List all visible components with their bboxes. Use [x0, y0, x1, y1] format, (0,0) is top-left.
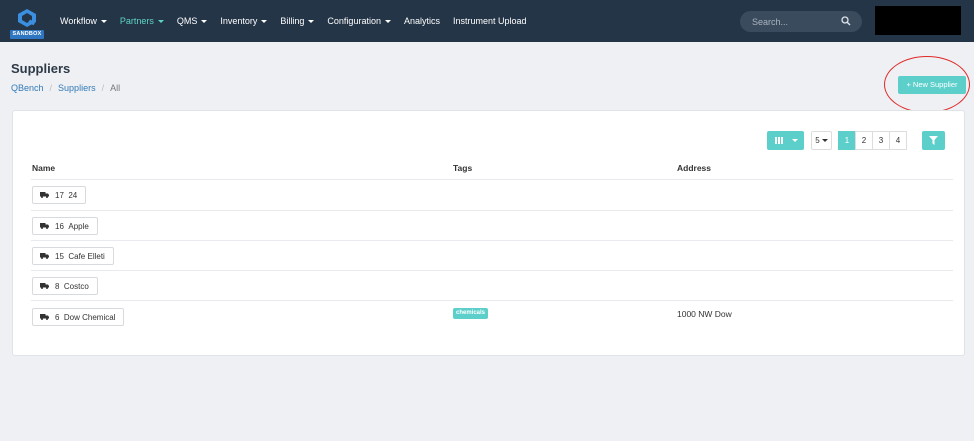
truck-icon — [40, 283, 49, 289]
supplier-button-24[interactable]: 17 24 — [32, 186, 87, 204]
supplier-button-costco[interactable]: 8 Costco — [32, 277, 98, 295]
nav-inventory-label: Inventory — [220, 16, 258, 26]
filter-icon — [929, 136, 938, 145]
columns-icon — [775, 137, 783, 144]
supplier-name: 24 — [68, 190, 78, 200]
supplier-button-apple[interactable]: 16 Apple — [32, 217, 98, 235]
page-4-button[interactable]: 4 — [889, 131, 907, 150]
nav-qms[interactable]: QMS — [177, 16, 208, 26]
breadcrumb-separator: / — [101, 83, 105, 93]
qbench-logo-icon — [18, 9, 36, 27]
nav-workflow-label: Workflow — [60, 16, 97, 26]
breadcrumb-separator: / — [49, 83, 53, 93]
suppliers-card: 5 1 2 3 4 Name Tags Address 17 24 16 App… — [12, 110, 965, 356]
qbench-logo[interactable]: SANDBOX — [10, 6, 44, 40]
truck-icon — [40, 253, 49, 259]
page-1-button[interactable]: 1 — [838, 131, 856, 150]
search-input[interactable] — [752, 14, 836, 29]
nav-instrument-upload[interactable]: Instrument Upload — [453, 16, 527, 26]
column-header-tags[interactable]: Tags — [453, 163, 472, 173]
new-supplier-button[interactable]: + New Supplier — [898, 76, 966, 94]
nav-configuration[interactable]: Configuration — [327, 16, 391, 26]
per-page-value: 5 — [815, 136, 820, 145]
sandbox-badge: SANDBOX — [10, 30, 44, 39]
supplier-id: 6 — [55, 312, 60, 322]
page-title: Suppliers — [11, 61, 71, 76]
nav-configuration-label: Configuration — [327, 16, 381, 26]
page-2-button[interactable]: 2 — [855, 131, 873, 150]
breadcrumb: QBench / Suppliers / All — [11, 83, 120, 93]
supplier-id: 8 — [55, 281, 60, 291]
chevron-down-icon — [384, 19, 391, 23]
breadcrumb-suppliers[interactable]: Suppliers — [58, 83, 96, 93]
supplier-button-cafe-elleti[interactable]: 15 Cafe Elleti — [32, 247, 114, 265]
row-divider — [31, 240, 953, 241]
nav-partners-label: Partners — [119, 16, 154, 26]
truck-icon — [40, 314, 49, 320]
supplier-id: 17 — [55, 190, 64, 200]
nav-analytics-label: Analytics — [403, 16, 440, 26]
breadcrumb-qbench[interactable]: QBench — [11, 83, 44, 93]
supplier-name: Apple — [68, 221, 89, 231]
row-divider — [31, 270, 953, 271]
nav-analytics[interactable]: Analytics — [404, 16, 440, 26]
top-navbar: SANDBOX Workflow Partners QMS Inventory … — [0, 0, 974, 42]
columns-button[interactable] — [767, 131, 804, 150]
supplier-id: 16 — [55, 221, 64, 231]
chevron-down-icon — [100, 19, 107, 23]
row-divider — [31, 179, 953, 180]
per-page-select[interactable]: 5 — [811, 131, 832, 150]
supplier-button-dow-chemical[interactable]: 6 Dow Chemical — [32, 308, 125, 326]
nav-inventory[interactable]: Inventory — [220, 16, 268, 26]
supplier-name: Dow Chemical — [63, 312, 116, 322]
chevron-down-icon — [157, 19, 164, 23]
nav-instrument-upload-label: Instrument Upload — [452, 16, 527, 26]
chevron-down-icon — [821, 139, 828, 142]
row-divider — [31, 210, 953, 211]
row-divider — [31, 300, 953, 301]
breadcrumb-all: All — [110, 83, 121, 93]
main-nav: Workflow Partners QMS Inventory Billing … — [60, 0, 540, 42]
chevron-down-icon — [792, 139, 798, 142]
page-3-button[interactable]: 3 — [872, 131, 890, 150]
supplier-address: 1000 NW Dow — [677, 309, 732, 319]
nav-partners[interactable]: Partners — [120, 16, 164, 26]
nav-workflow[interactable]: Workflow — [60, 16, 107, 26]
supplier-name: Cafe Elleti — [68, 251, 105, 261]
supplier-id: 15 — [55, 251, 64, 261]
truck-icon — [40, 192, 49, 198]
nav-billing[interactable]: Billing — [280, 16, 315, 26]
supplier-name: Costco — [63, 281, 89, 291]
search-box — [740, 11, 862, 32]
nav-billing-label: Billing — [280, 16, 305, 26]
chevron-down-icon — [261, 19, 268, 23]
user-menu[interactable] — [875, 6, 961, 35]
chevron-down-icon — [201, 19, 208, 23]
chevron-down-icon — [308, 19, 315, 23]
pagination: 5 1 2 3 4 — [811, 131, 907, 150]
truck-icon — [40, 223, 49, 229]
search-icon[interactable] — [841, 16, 851, 26]
nav-qms-label: QMS — [176, 16, 198, 26]
filter-button[interactable] — [922, 131, 945, 150]
column-header-address[interactable]: Address — [677, 163, 711, 173]
tag-badge[interactable]: chemicals — [453, 308, 489, 319]
column-header-name[interactable]: Name — [32, 163, 55, 173]
